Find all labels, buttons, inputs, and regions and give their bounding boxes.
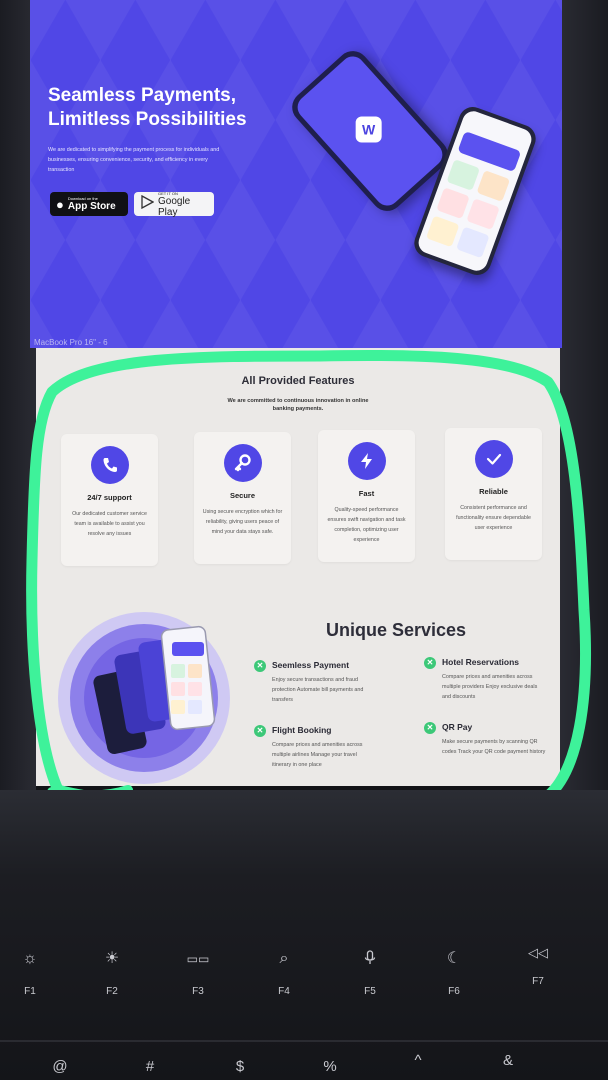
phone-mockup-back: W	[285, 44, 455, 218]
microphone-icon	[330, 950, 410, 970]
features-title: All Provided Features	[241, 375, 355, 387]
hero-title: Seamless Payments, Limitless Possibiliti…	[48, 84, 288, 132]
google-play-button[interactable]: GET IT ON Google Play	[134, 191, 214, 218]
hero-description: We are dedicated to simplifying the paym…	[48, 147, 220, 173]
feature-title: 24/7 support	[87, 493, 132, 502]
feature-card-reliable: Reliable Consistent performance and func…	[445, 428, 542, 560]
hero-title-line2: Limitless Possibilities	[48, 109, 247, 130]
service-name: Flight Booking	[272, 725, 332, 735]
service-name: Hotel Reservations	[442, 657, 519, 667]
feature-text: Our dedicated customer service team is a…	[72, 511, 147, 537]
key-label: F6	[448, 986, 460, 997]
key-hash: #	[145, 1058, 155, 1075]
app-store-label: App Store	[67, 201, 116, 212]
service-name: Seemless Payment	[272, 660, 350, 670]
feature-card-support: 24/7 support Our dedicated customer serv…	[61, 434, 158, 566]
key-dollar: $	[235, 1058, 245, 1075]
key-f1: ☼ F1	[0, 950, 70, 1030]
features-subtitle: We are committed to continuous innovatio…	[227, 398, 369, 412]
key-label: F5	[364, 986, 376, 997]
monitor-bezel-right	[560, 0, 608, 790]
check-icon: ✕	[254, 660, 266, 672]
feature-text: Using secure encryption which for reliab…	[202, 509, 283, 535]
key-label: F4	[278, 986, 290, 997]
key-label: F3	[192, 986, 204, 997]
lightning-icon	[347, 442, 386, 480]
feature-card-secure: Secure Using secure encryption which for…	[194, 432, 291, 564]
service-name: QR Pay	[442, 722, 473, 732]
figma-frame-caption: MacBook Pro 16" - 6	[34, 338, 108, 347]
key-percent: %	[323, 1058, 337, 1075]
apple-icon: ●	[56, 196, 64, 212]
checkmark-icon	[474, 440, 513, 478]
key-f7: ◁◁ F7	[498, 944, 578, 1024]
service-desc: Make secure payments by scanning QR code…	[442, 739, 546, 755]
key-ampersand: &	[502, 1052, 513, 1069]
key-f5: F5	[330, 950, 410, 1030]
hero-section: Seamless Payments, Limitless Possibiliti…	[30, 0, 562, 348]
brightness-down-icon: ☼	[22, 950, 38, 967]
app-store-button[interactable]: ● Download on the App Store	[50, 192, 128, 216]
key-label: F2	[106, 986, 118, 997]
feature-title: Reliable	[479, 487, 508, 496]
hero-title-line1: Seamless Payments,	[48, 85, 237, 106]
services-title: Unique Services	[326, 620, 467, 640]
check-icon: ✕	[254, 725, 266, 737]
feature-text: Quality-speed performance ensures swift …	[327, 507, 406, 543]
service-desc: Enjoy secure transactions and fraud prot…	[272, 677, 364, 703]
key-f4: ⌕ F4	[244, 950, 324, 1030]
moon-icon: ☾	[446, 950, 462, 967]
services-phone-illustration	[58, 612, 236, 784]
laptop-keyboard-area	[0, 790, 608, 1080]
search-icon: ⌕	[279, 950, 289, 967]
key-label: F7	[532, 976, 544, 987]
key-icon	[223, 444, 262, 482]
feature-card-fast: Fast Quality-speed performance ensures s…	[318, 430, 415, 562]
key-f3: ▭▭ F3	[158, 950, 238, 1030]
rewind-icon: ◁◁	[528, 945, 548, 960]
play-store-icon	[140, 194, 155, 214]
phone-icon	[90, 446, 129, 484]
keyboard-row-divider	[0, 1040, 608, 1042]
google-play-label: Google Play	[158, 195, 191, 218]
mission-control-icon: ▭▭	[186, 952, 210, 966]
check-icon: ✕	[424, 722, 436, 734]
service-desc: Compare prices and amenities across mult…	[442, 674, 538, 700]
key-f6: ☾ F6	[414, 950, 494, 1030]
feature-title: Fast	[358, 489, 375, 498]
key-caret: ^	[414, 1052, 422, 1069]
feature-title: Secure	[229, 491, 256, 500]
features-section: All Provided Features We are committed t…	[36, 348, 560, 786]
app-logo-icon: W	[355, 116, 382, 143]
key-at: @	[52, 1058, 68, 1075]
feature-text: Consistent performance and functionality…	[456, 505, 531, 531]
check-icon: ✕	[424, 657, 436, 669]
brightness-up-icon: ☀	[104, 950, 120, 967]
key-label: F1	[24, 986, 36, 997]
service-desc: Compare prices and amenities across mult…	[272, 742, 363, 768]
key-f2: ☀ F2	[72, 950, 152, 1030]
